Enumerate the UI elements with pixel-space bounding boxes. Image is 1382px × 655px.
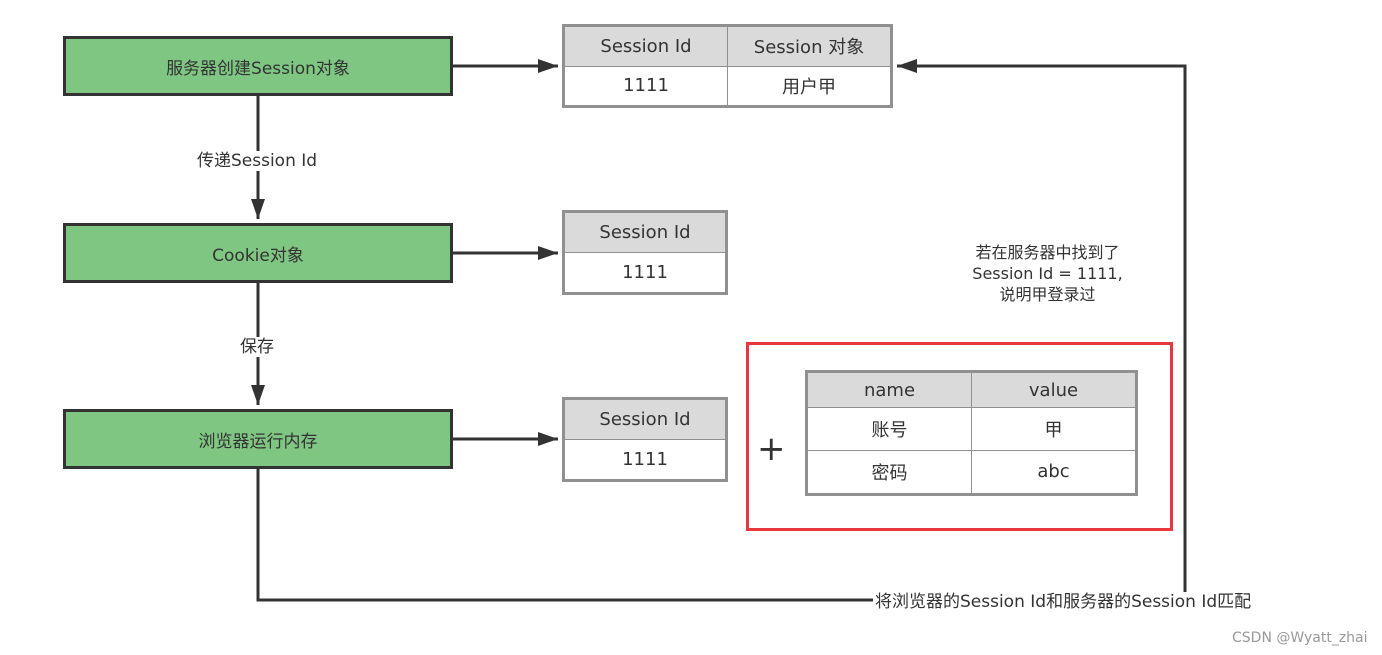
watermark: CSDN @Wyatt_zhai	[1232, 630, 1368, 646]
node-label: Cookie对象	[212, 245, 304, 266]
table-header-row: Session Id Session 对象	[563, 25, 892, 67]
credentials-table: name value 账号 甲 密码 abc	[805, 370, 1138, 496]
table-cell: 1111	[563, 439, 727, 481]
table-cell: 1111	[563, 252, 727, 294]
table-header-cell: Session Id	[563, 25, 728, 67]
node-label: 浏览器运行内存	[198, 431, 318, 452]
table-row: 1111	[563, 439, 727, 481]
table-header-cell: name	[806, 370, 972, 409]
node-label: 服务器创建Session对象	[166, 58, 350, 79]
browser-session-table: Session Id 1111	[562, 397, 728, 482]
table-header-row: Session Id	[563, 211, 727, 253]
plus-icon: +	[757, 429, 786, 469]
table-row: 账号 甲	[806, 407, 1137, 451]
table-cell: 密码	[806, 449, 972, 496]
note-line: 说明甲登录过	[999, 285, 1096, 304]
table-row: 1111	[563, 252, 727, 294]
edge-label-pass-session-id: 传递Session Id	[197, 151, 318, 171]
cookie-session-table: Session Id 1111	[562, 210, 728, 295]
note-line: 若在服务器中找到了	[975, 243, 1120, 262]
table-row: 1111 用户甲	[563, 65, 892, 107]
edge-label-save: 保存	[240, 337, 274, 357]
table-cell: 1111	[563, 65, 728, 107]
node-browser-memory: 浏览器运行内存	[63, 409, 453, 469]
table-cell: 甲	[971, 407, 1137, 451]
note-line: Session Id = 1111,	[972, 264, 1123, 283]
session-found-note: 若在服务器中找到了 Session Id = 1111, 说明甲登录过	[950, 242, 1145, 305]
server-session-table: Session Id Session 对象 1111 用户甲	[562, 24, 893, 108]
table-header-cell: Session Id	[563, 398, 727, 440]
table-header-row: name value	[806, 370, 1137, 409]
node-server-create-session: 服务器创建Session对象	[63, 36, 453, 96]
table-row: 密码 abc	[806, 449, 1137, 496]
edge-label-match: 将浏览器的Session Id和服务器的Session Id匹配	[873, 592, 1252, 612]
table-header-row: Session Id	[563, 398, 727, 440]
table-cell: abc	[971, 449, 1137, 496]
table-header-cell: Session Id	[563, 211, 727, 253]
node-cookie-object: Cookie对象	[63, 223, 453, 283]
table-cell: 用户甲	[727, 65, 892, 107]
table-header-cell: value	[971, 370, 1137, 409]
table-cell: 账号	[806, 407, 972, 451]
table-header-cell: Session 对象	[727, 25, 892, 67]
